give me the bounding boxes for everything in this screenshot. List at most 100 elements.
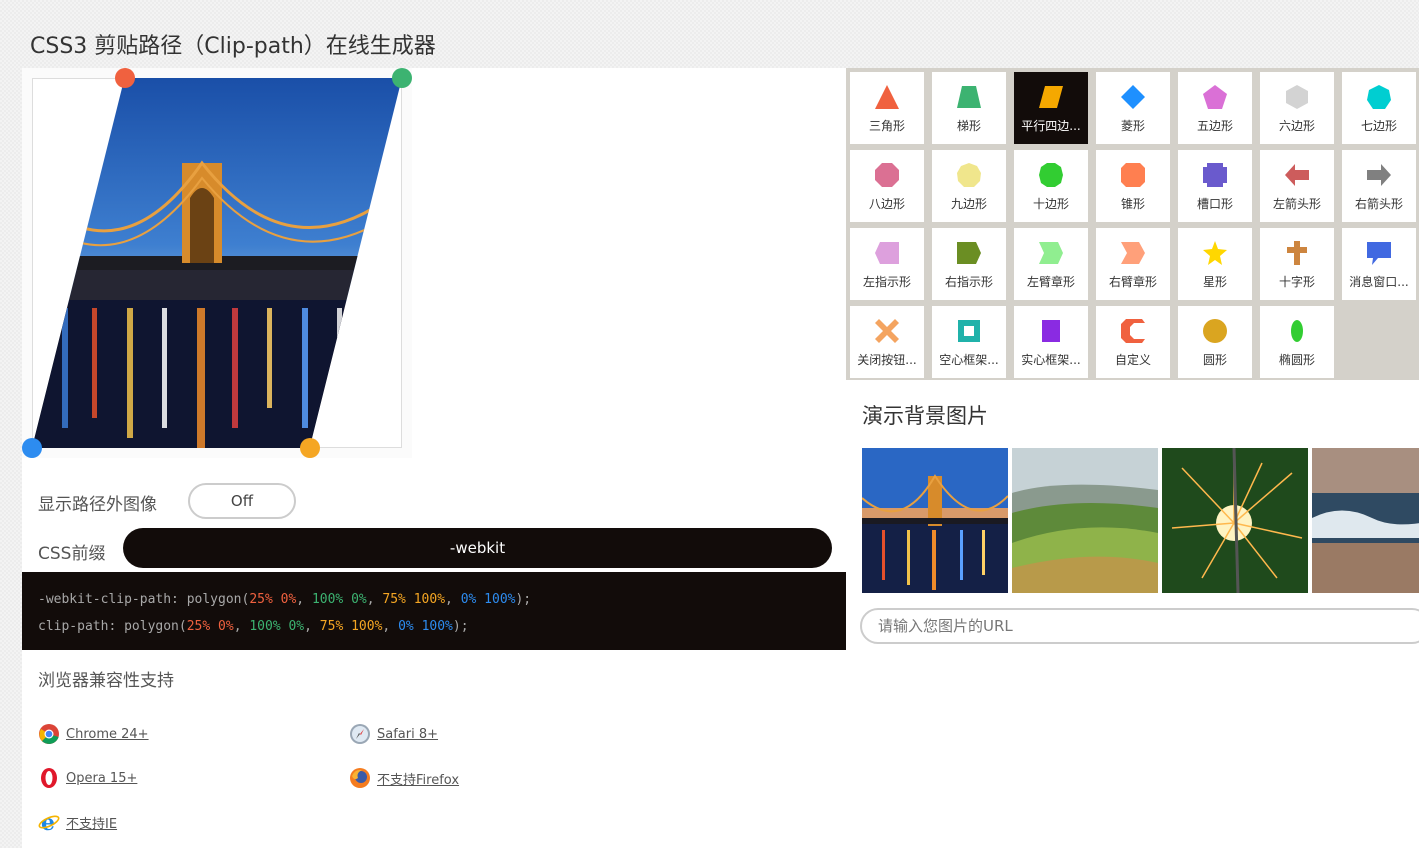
shape-tile-ellipse[interactable]: 椭圆形 bbox=[1260, 306, 1334, 378]
shape-tile-custom[interactable]: 自定义 bbox=[1096, 306, 1170, 378]
trapezoid-icon bbox=[956, 84, 982, 110]
image-url-input[interactable] bbox=[860, 608, 1419, 644]
css-code-output[interactable]: -webkit-clip-path: polygon(25% 0%, 100% … bbox=[22, 572, 846, 650]
cross-icon bbox=[1284, 240, 1310, 266]
ie-icon: e bbox=[38, 811, 60, 833]
custom-icon bbox=[1120, 318, 1146, 344]
shape-tile-cross[interactable]: 十字形 bbox=[1260, 228, 1334, 300]
point-x: 0% bbox=[398, 619, 414, 634]
browser-ie[interactable]: e 不支持IE bbox=[38, 811, 117, 833]
browser-opera-label[interactable]: Opera 15+ bbox=[66, 771, 137, 786]
point-y: 0% bbox=[351, 592, 367, 607]
shape-tile-frame[interactable]: 空心框架... bbox=[932, 306, 1006, 378]
shape-tile-decagon[interactable]: 十边形 bbox=[1014, 150, 1088, 222]
css-end: ); bbox=[452, 619, 469, 634]
shape-tile-close[interactable]: 关闭按钮... bbox=[850, 306, 924, 378]
background-section: 演示背景图片 bbox=[846, 380, 1419, 848]
point-y: 100% bbox=[351, 619, 383, 634]
right-chevron-icon bbox=[1120, 240, 1146, 266]
bridge-night-image bbox=[862, 448, 1008, 593]
shape-tile-triangle[interactable]: 三角形 bbox=[850, 72, 924, 144]
opera-icon bbox=[41, 768, 57, 788]
shape-tile-left-chevron[interactable]: 左臂章形 bbox=[1014, 228, 1088, 300]
shape-tile-hexagon[interactable]: 六边形 bbox=[1260, 72, 1334, 144]
shape-label: 十边形 bbox=[1032, 197, 1069, 211]
prefix-label: CSS前缀 bbox=[38, 544, 106, 564]
shape-tile-bevel[interactable]: 锥形 bbox=[1096, 150, 1170, 222]
polygon-point: 75% 100% bbox=[320, 619, 383, 634]
rabbet-icon bbox=[1202, 162, 1228, 188]
browser-firefox-label[interactable]: 不支持Firefox bbox=[377, 769, 459, 788]
point-x: 100% bbox=[249, 619, 281, 634]
close-icon bbox=[874, 318, 900, 344]
svg-text:e: e bbox=[41, 811, 55, 833]
left-chevron-icon bbox=[1038, 240, 1064, 266]
prefix-select[interactable]: -webkit bbox=[123, 528, 832, 568]
shape-label: 右指示形 bbox=[944, 275, 993, 289]
point-y: 0% bbox=[218, 619, 234, 634]
shape-tile-circle[interactable]: 圆形 bbox=[1178, 306, 1252, 378]
page-title: CSS3 剪贴路径（Clip-path）在线生成器 bbox=[30, 34, 436, 59]
green-hills-thumb[interactable] bbox=[1012, 448, 1158, 593]
ellipse-icon bbox=[1284, 318, 1310, 344]
shape-tile-nonagon[interactable]: 九边形 bbox=[932, 150, 1006, 222]
show-outside-toggle[interactable]: Off bbox=[188, 483, 296, 519]
shape-label: 槽口形 bbox=[1196, 197, 1233, 211]
browser-ie-label[interactable]: 不支持IE bbox=[66, 813, 117, 832]
shape-label: 九边形 bbox=[950, 197, 987, 211]
hexagon-icon bbox=[1284, 84, 1310, 110]
browser-firefox[interactable]: 不支持Firefox bbox=[349, 767, 459, 789]
point-y: 100% bbox=[413, 592, 446, 607]
left-arrow-icon bbox=[1284, 162, 1310, 188]
clip-handle-bottom-right[interactable] bbox=[300, 438, 320, 458]
shape-label: 平行四边... bbox=[1021, 119, 1081, 133]
shape-grid: 三角形 梯形 平行四边... 菱形 五边形 六边形 七边形八边形 九边形 十边形 锥形 槽口形 左箭头… bbox=[846, 68, 1419, 380]
settings-panel: 三角形 梯形 平行四边... 菱形 五边形 六边形 七边形八边形 九边形 十边形 锥形 槽口形 左箭头… bbox=[846, 68, 1419, 848]
css-end: ); bbox=[515, 592, 532, 607]
shape-tile-heptagon[interactable]: 七边形 bbox=[1342, 72, 1416, 144]
shape-tile-message[interactable]: 消息窗口... bbox=[1342, 228, 1416, 300]
browser-chrome-label[interactable]: Chrome 24+ bbox=[66, 727, 149, 742]
shape-tile-left-point[interactable]: 左指示形 bbox=[850, 228, 924, 300]
browser-opera[interactable]: Opera 15+ bbox=[38, 767, 137, 789]
shape-tile-solid-frame[interactable]: 实心框架... bbox=[1014, 306, 1088, 378]
ocean-waves-image bbox=[1312, 448, 1419, 593]
shape-tile-right-point[interactable]: 右指示形 bbox=[932, 228, 1006, 300]
triangle-icon bbox=[874, 84, 900, 110]
clip-handle-top-right[interactable] bbox=[392, 68, 412, 88]
bridge-night-thumb[interactable] bbox=[862, 448, 1008, 593]
shape-tile-star[interactable]: 星形 bbox=[1178, 228, 1252, 300]
polygon-point: 100% 0% bbox=[312, 592, 367, 607]
shape-label: 锥形 bbox=[1120, 197, 1145, 211]
point-y: 100% bbox=[484, 592, 516, 607]
point-x: 75% bbox=[382, 592, 406, 607]
bevel-icon bbox=[1120, 162, 1146, 188]
chrome-icon bbox=[39, 724, 59, 744]
shape-label: 消息窗口... bbox=[1349, 275, 1409, 289]
shape-tile-rabbet[interactable]: 槽口形 bbox=[1178, 150, 1252, 222]
shape-tile-parallelogram[interactable]: 平行四边... bbox=[1014, 72, 1088, 144]
clip-handle-bottom-left[interactable] bbox=[22, 438, 42, 458]
browser-safari[interactable]: Safari 8+ bbox=[349, 723, 438, 745]
browser-safari-label[interactable]: Safari 8+ bbox=[377, 727, 438, 742]
sparkler-thumb[interactable] bbox=[1162, 448, 1308, 593]
ocean-waves-thumb[interactable] bbox=[1312, 448, 1419, 593]
right-point-icon bbox=[956, 240, 982, 266]
shape-label: 七边形 bbox=[1360, 119, 1397, 133]
css-code-line: -webkit-clip-path: polygon(25% 0%, 100% … bbox=[38, 592, 532, 607]
shape-tile-right-arrow[interactable]: 右箭头形 bbox=[1342, 150, 1416, 222]
clip-handle-top-left[interactable] bbox=[115, 68, 135, 88]
shape-tile-pentagon[interactable]: 五边形 bbox=[1178, 72, 1252, 144]
shape-tile-right-chevron[interactable]: 右臂章形 bbox=[1096, 228, 1170, 300]
point-y: 0% bbox=[288, 619, 305, 634]
point-x: 25% bbox=[249, 592, 273, 607]
shape-tile-octagon[interactable]: 八边形 bbox=[850, 150, 924, 222]
shape-tile-trapezoid[interactable]: 梯形 bbox=[932, 72, 1006, 144]
shape-tile-rhombus[interactable]: 菱形 bbox=[1096, 72, 1170, 144]
left-point-icon bbox=[874, 240, 900, 266]
shape-label: 自定义 bbox=[1114, 353, 1151, 367]
shape-tile-left-arrow[interactable]: 左箭头形 bbox=[1260, 150, 1334, 222]
safari-icon bbox=[350, 724, 370, 744]
browser-chrome[interactable]: Chrome 24+ bbox=[38, 723, 149, 745]
sparkler-image bbox=[1162, 448, 1308, 593]
